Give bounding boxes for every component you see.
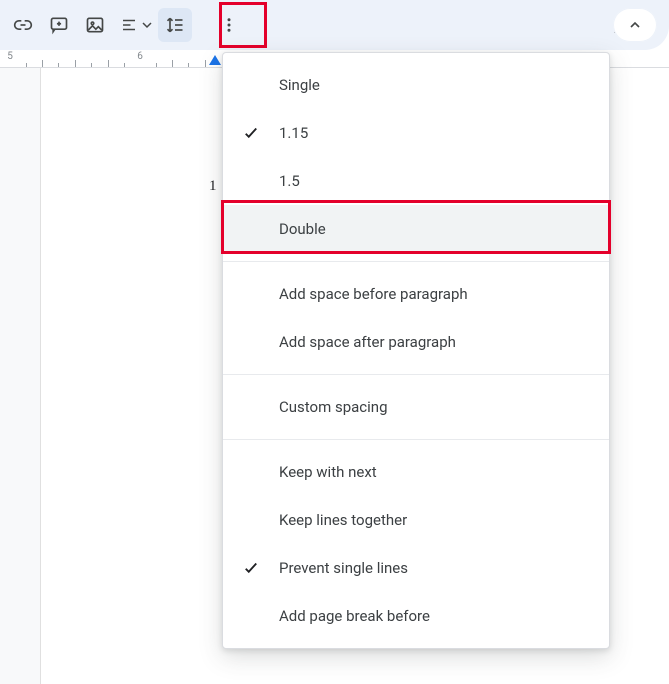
menu-item-keep-with-next[interactable]: Keep with next (223, 448, 609, 496)
menu-label: Custom spacing (279, 398, 388, 416)
menu-item-prevent-single-lines[interactable]: Prevent single lines (223, 544, 609, 592)
align-icon (120, 16, 138, 34)
insert-link-button[interactable] (6, 8, 40, 42)
page-text: 1 (209, 178, 217, 194)
menu-label: Double (279, 220, 326, 238)
link-icon (13, 15, 33, 35)
left-gutter (0, 68, 40, 684)
menu-check (223, 559, 279, 577)
menu-label: Prevent single lines (279, 559, 408, 577)
ruler-indent-marker[interactable] (209, 55, 221, 65)
menu-item-space-after[interactable]: Add space after paragraph (223, 318, 609, 366)
add-comment-button[interactable] (42, 8, 76, 42)
menu-item-keep-lines-together[interactable]: Keep lines together (223, 496, 609, 544)
menu-separator (223, 261, 609, 262)
menu-label: Add space after paragraph (279, 333, 456, 351)
chevron-up-icon (627, 17, 643, 33)
insert-image-icon (85, 15, 105, 35)
caret-down-icon (142, 20, 152, 30)
menu-item-single[interactable]: Single (223, 61, 609, 109)
line-spacing-icon (165, 15, 185, 35)
add-comment-icon (49, 15, 69, 35)
menu-label: Add space before paragraph (279, 285, 468, 303)
menu-label: Keep lines together (279, 511, 407, 529)
collapse-toolbar-button[interactable] (613, 8, 657, 42)
check-icon (242, 559, 260, 577)
menu-item-1-5[interactable]: 1.5 (223, 157, 609, 205)
menu-label: Single (279, 76, 320, 94)
line-spacing-menu: Single 1.15 1.5 Double Add space before … (222, 52, 610, 649)
align-button[interactable] (114, 8, 156, 42)
menu-label: 1.5 (279, 172, 300, 190)
check-icon (242, 124, 260, 142)
menu-item-custom-spacing[interactable]: Custom spacing (223, 383, 609, 431)
menu-item-double[interactable]: Double (223, 205, 609, 253)
line-spacing-button[interactable] (158, 8, 192, 42)
menu-item-space-before[interactable]: Add space before paragraph (223, 270, 609, 318)
more-vert-icon (220, 16, 238, 34)
menu-separator (223, 439, 609, 440)
insert-image-button[interactable] (78, 8, 112, 42)
menu-label: Add page break before (279, 607, 430, 625)
menu-label: Keep with next (279, 463, 377, 481)
menu-item-page-break-before[interactable]: Add page break before (223, 592, 609, 640)
toolbar (0, 0, 669, 50)
menu-separator (223, 374, 609, 375)
menu-check (223, 124, 279, 142)
more-tools-button[interactable] (212, 8, 246, 42)
ruler-label-6: 6 (137, 50, 143, 68)
ruler-label-5: 5 (7, 50, 13, 68)
menu-label: 1.15 (279, 124, 308, 142)
menu-item-1-15[interactable]: 1.15 (223, 109, 609, 157)
align-dropdown-caret[interactable] (138, 8, 156, 42)
